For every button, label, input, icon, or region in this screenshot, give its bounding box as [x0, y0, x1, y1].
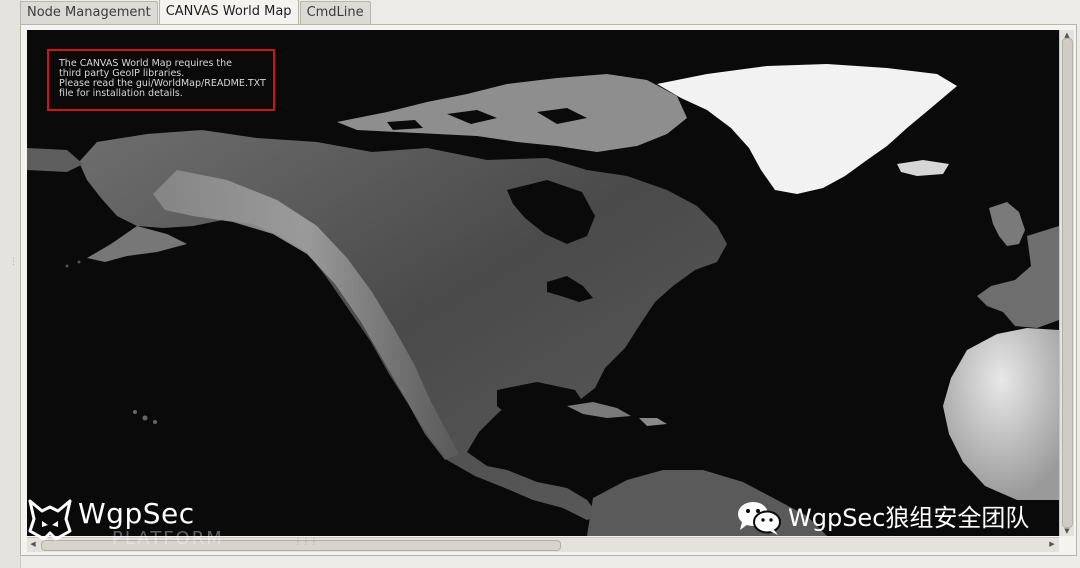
vertical-scroll-thumb[interactable] [1062, 38, 1073, 528]
watermark-brand: WgpSec [78, 497, 195, 530]
notice-line-4: file for installation details. [59, 88, 183, 99]
geoip-notice-box: The CANVAS World Map requires the third … [47, 49, 275, 111]
wechat-account-label: WgpSec狼组安全团队 [788, 504, 1030, 532]
scroll-grip-icon: ⋮⋮⋮ [294, 537, 318, 546]
tab-node-management[interactable]: Node Management [20, 1, 158, 24]
watermark-platform: PLATFORM [112, 528, 224, 549]
tab-bar: Node Management CANVAS World Map CmdLine [20, 0, 372, 24]
wechat-watermark: WgpSec狼组安全团队 [736, 500, 1029, 536]
scroll-right-icon[interactable]: ▶ [1047, 539, 1057, 549]
world-map-canvas[interactable]: The CANVAS World Map requires the third … [27, 30, 1059, 536]
scroll-down-icon[interactable]: ▼ [1062, 526, 1072, 536]
tab-cmdline[interactable]: CmdLine [299, 1, 371, 24]
wechat-icon [738, 502, 781, 535]
tab-canvas-world-map[interactable]: CANVAS World Map [158, 0, 299, 24]
left-splitter[interactable]: ⋮ [0, 0, 21, 568]
vertical-scrollbar[interactable]: ▲ ▼ [1059, 30, 1074, 536]
wgpsec-watermark: WgpSec PLATFORM [26, 497, 224, 557]
splitter-grip-icon: ⋮ [9, 257, 18, 267]
app-window: ⋮ Node Management CANVAS World Map CmdLi… [0, 0, 1080, 568]
wolf-logo-icon [28, 499, 72, 541]
